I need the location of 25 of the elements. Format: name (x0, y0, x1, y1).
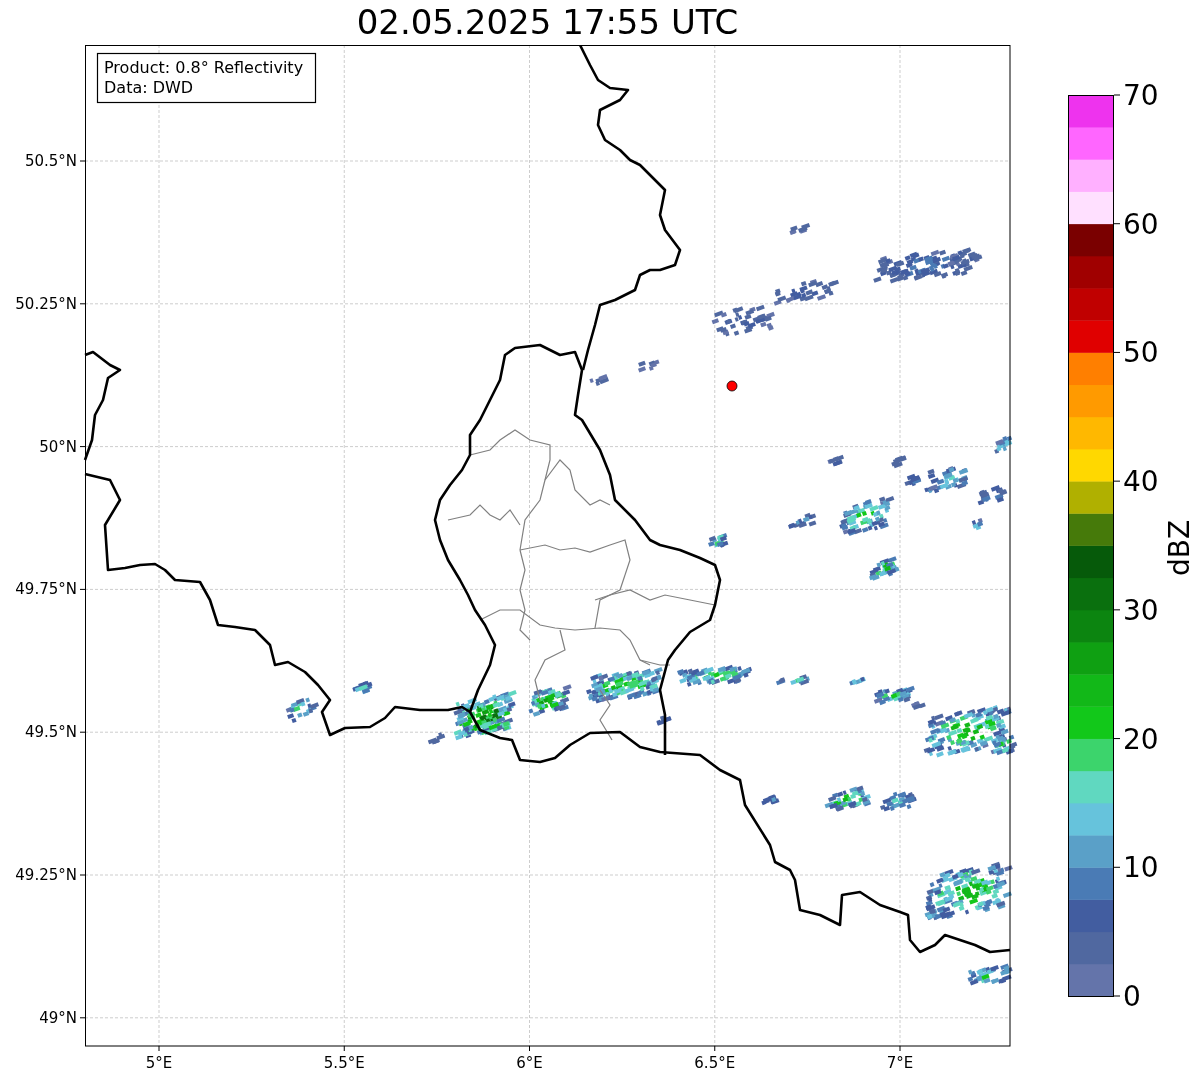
latitude-label: 49°N (39, 1008, 77, 1027)
chart-title: 02.05.2025 17:55 UTC (356, 1, 739, 44)
latitude-label: 49.75°N (15, 580, 77, 599)
colorbar-tick-label: 60 (1123, 207, 1159, 241)
colorbar-label: dBZ (1163, 519, 1196, 577)
longitude-label: 6.5°E (694, 1054, 736, 1072)
latitude-label: 50.25°N (15, 294, 77, 313)
colorbar-tick-label: 10 (1123, 851, 1159, 885)
longitude-label: 7°E (886, 1054, 914, 1072)
colorbar-tick-label: 0 (1123, 980, 1141, 1013)
colorbar-tick-label: 30 (1123, 593, 1159, 627)
longitude-label: 5°E (145, 1054, 173, 1072)
info-text: Data: DWD (104, 78, 194, 97)
colorbar-tick-label: 50 (1123, 336, 1159, 370)
latitude-label: 49.5°N (24, 723, 77, 742)
longitude-label: 5.5°E (323, 1054, 365, 1072)
longitude-label: 6°E (516, 1054, 543, 1072)
colorbar-tick-label: 70 (1123, 79, 1159, 112)
latitude-label: 49.25°N (15, 866, 77, 884)
colorbar-tick-label: 40 (1123, 465, 1159, 499)
latitude-label: 50°N (39, 437, 77, 456)
latitude-label: 50.5°N (24, 152, 77, 170)
colorbar-tick-label: 20 (1123, 722, 1159, 756)
info-text: Product: 0.8° Reflectivity (104, 58, 304, 77)
radar-site-marker (726, 380, 738, 392)
